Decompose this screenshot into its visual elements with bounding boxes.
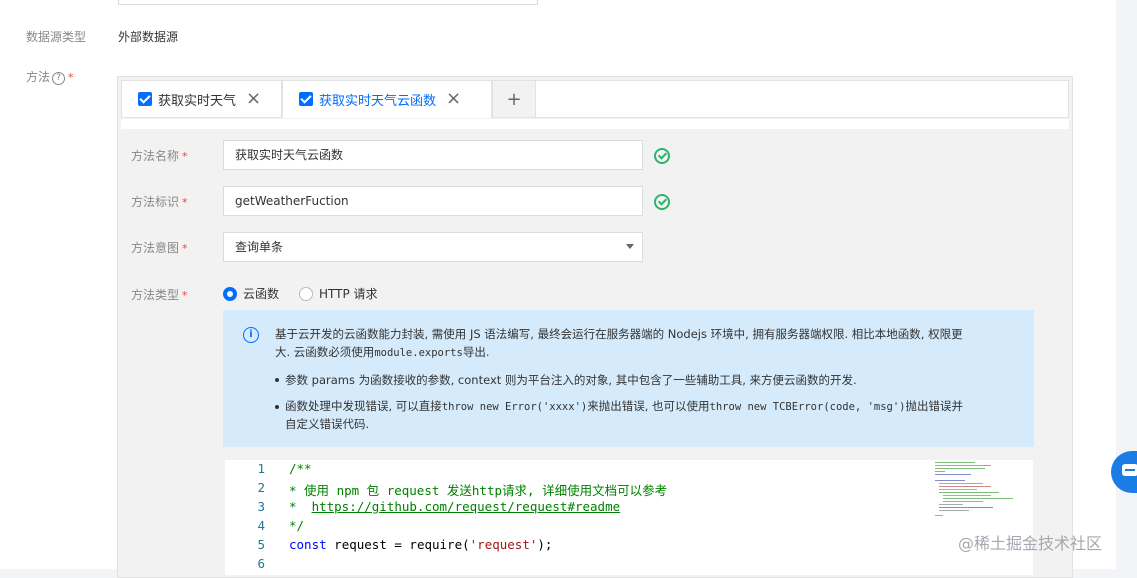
required-mark: * bbox=[182, 242, 188, 255]
method-name-label: 方法名称 bbox=[131, 149, 180, 163]
info-text: 抛出错误并 bbox=[905, 399, 964, 413]
plus-icon: + bbox=[506, 88, 522, 110]
method-intent-label-row: 方法意图 * bbox=[131, 239, 188, 256]
code-token: ); bbox=[537, 537, 553, 552]
watermark: @稀土掘金技术社区 bbox=[958, 534, 1103, 553]
method-type-label-row: 方法类型 * bbox=[131, 286, 188, 303]
radio-label: HTTP 请求 bbox=[319, 287, 378, 301]
info-text: 导出. bbox=[462, 345, 490, 359]
radio-http-request[interactable]: HTTP 请求 bbox=[299, 285, 378, 302]
tab-checkbox-icon[interactable] bbox=[138, 92, 152, 106]
tab-method-2[interactable]: 获取实时天气云函数 × bbox=[282, 80, 492, 118]
code-token: request = require( bbox=[326, 537, 470, 552]
bullet-dot bbox=[275, 378, 279, 382]
info-line-2: 大. 云函数必须使用module.exports导出. bbox=[275, 343, 489, 362]
method-intent-select[interactable]: 查询单条 bbox=[223, 232, 643, 262]
close-icon[interactable]: × bbox=[446, 90, 461, 108]
tab-method-1[interactable]: 获取实时天气 × bbox=[121, 80, 282, 118]
code-line-3: * https://github.com/request/request#rea… bbox=[289, 499, 620, 514]
bullet-dot bbox=[275, 405, 279, 409]
check-circle-icon bbox=[654, 148, 670, 164]
info-bullet-1: 参数 params 为函数接收的参数, context 则为平台注入的对象, 其… bbox=[285, 373, 857, 387]
info-code: throw new TCBError(code, 'msg') bbox=[709, 401, 906, 413]
code-link[interactable]: https://github.com/request/request#readm… bbox=[312, 499, 621, 514]
radio-selected-icon bbox=[223, 286, 237, 301]
method-tabs: 获取实时天气 × 获取实时天气云函数 × + bbox=[121, 80, 1069, 118]
method-intent-value: 查询单条 bbox=[235, 240, 284, 254]
tab-checkbox-icon[interactable] bbox=[299, 92, 313, 106]
info-text: 大. 云函数必须使用 bbox=[275, 345, 375, 359]
code-editor[interactable]: 1 2 3 4 5 6 /** * 使用 npm 包 request 发送htt… bbox=[225, 460, 1033, 575]
code-line-1: /** bbox=[289, 461, 312, 476]
info-text: 函数处理中发现错误, 可以直接 bbox=[285, 399, 442, 413]
datasource-type-label: 数据源类型 bbox=[26, 30, 87, 44]
line-number: 2 bbox=[257, 480, 265, 495]
info-bullet-2: 函数处理中发现错误, 可以直接throw new Error('xxxx')来抛… bbox=[285, 397, 963, 416]
datasource-type-value: 外部数据源 bbox=[118, 30, 179, 44]
main-panel: 数据源类型 外部数据源 方法? * 获取实时天气 × 获取实时天气云函数 × + … bbox=[0, 0, 1116, 578]
method-id-label-row: 方法标识 * bbox=[131, 193, 188, 210]
top-input-remnant[interactable] bbox=[118, 0, 538, 5]
info-code: throw new Error('xxxx') bbox=[441, 401, 588, 413]
line-number: 4 bbox=[257, 518, 265, 533]
info-code: module.exports bbox=[374, 347, 463, 359]
method-name-input[interactable]: 获取实时天气云函数 bbox=[223, 140, 643, 170]
info-icon: i bbox=[243, 327, 259, 343]
close-icon[interactable]: × bbox=[246, 90, 261, 108]
info-bullet-2-line-2: 自定义错误代码. bbox=[285, 417, 370, 431]
code-line-2: * 使用 npm 包 request 发送http请求, 详细使用文档可以参考 bbox=[289, 483, 668, 498]
required-mark: * bbox=[182, 196, 188, 209]
required-mark: * bbox=[182, 289, 188, 302]
radio-cloud-function[interactable]: 云函数 bbox=[223, 285, 279, 302]
required-mark: * bbox=[68, 71, 74, 84]
method-name-label-row: 方法名称 * bbox=[131, 147, 188, 164]
tab-label: 获取实时天气 bbox=[158, 93, 237, 109]
radio-label: 云函数 bbox=[243, 287, 280, 301]
method-id-label: 方法标识 bbox=[131, 195, 180, 209]
code-keyword: const bbox=[289, 537, 327, 552]
info-line-1: 基于云开发的云函数能力封装, 需使用 JS 语法编写, 最终会运行在服务器端的 … bbox=[275, 327, 963, 341]
chat-icon bbox=[1122, 464, 1137, 476]
radio-unselected-icon bbox=[299, 286, 313, 301]
code-line-4: */ bbox=[289, 518, 305, 533]
line-number: 1 bbox=[257, 461, 265, 476]
line-number: 5 bbox=[257, 537, 265, 552]
tab-label: 获取实时天气云函数 bbox=[319, 93, 437, 109]
editor-minimap[interactable] bbox=[933, 460, 1029, 522]
tab-content-top bbox=[121, 119, 1069, 129]
code-token: * bbox=[289, 499, 312, 514]
info-box: i 基于云开发的云函数能力封装, 需使用 JS 语法编写, 最终会运行在服务器端… bbox=[223, 310, 1034, 447]
method-label-row: 方法? * bbox=[26, 68, 74, 85]
required-mark: * bbox=[182, 150, 188, 163]
code-line-5: const request = require('request'); bbox=[289, 537, 552, 552]
code-string: 'request' bbox=[469, 537, 538, 552]
info-text: 来抛出错误, 也可以使用 bbox=[587, 399, 710, 413]
line-number: 3 bbox=[257, 499, 265, 514]
method-label: 方法 bbox=[26, 70, 51, 84]
method-intent-label: 方法意图 bbox=[131, 241, 180, 255]
method-id-input[interactable]: getWeatherFuction bbox=[223, 186, 643, 216]
method-type-label: 方法类型 bbox=[131, 288, 180, 302]
check-circle-icon bbox=[654, 194, 670, 210]
add-tab-button[interactable]: + bbox=[492, 80, 536, 118]
caret-down-icon[interactable] bbox=[626, 244, 634, 249]
tab-bar-filler bbox=[535, 80, 1069, 118]
help-icon[interactable]: ? bbox=[52, 72, 66, 85]
